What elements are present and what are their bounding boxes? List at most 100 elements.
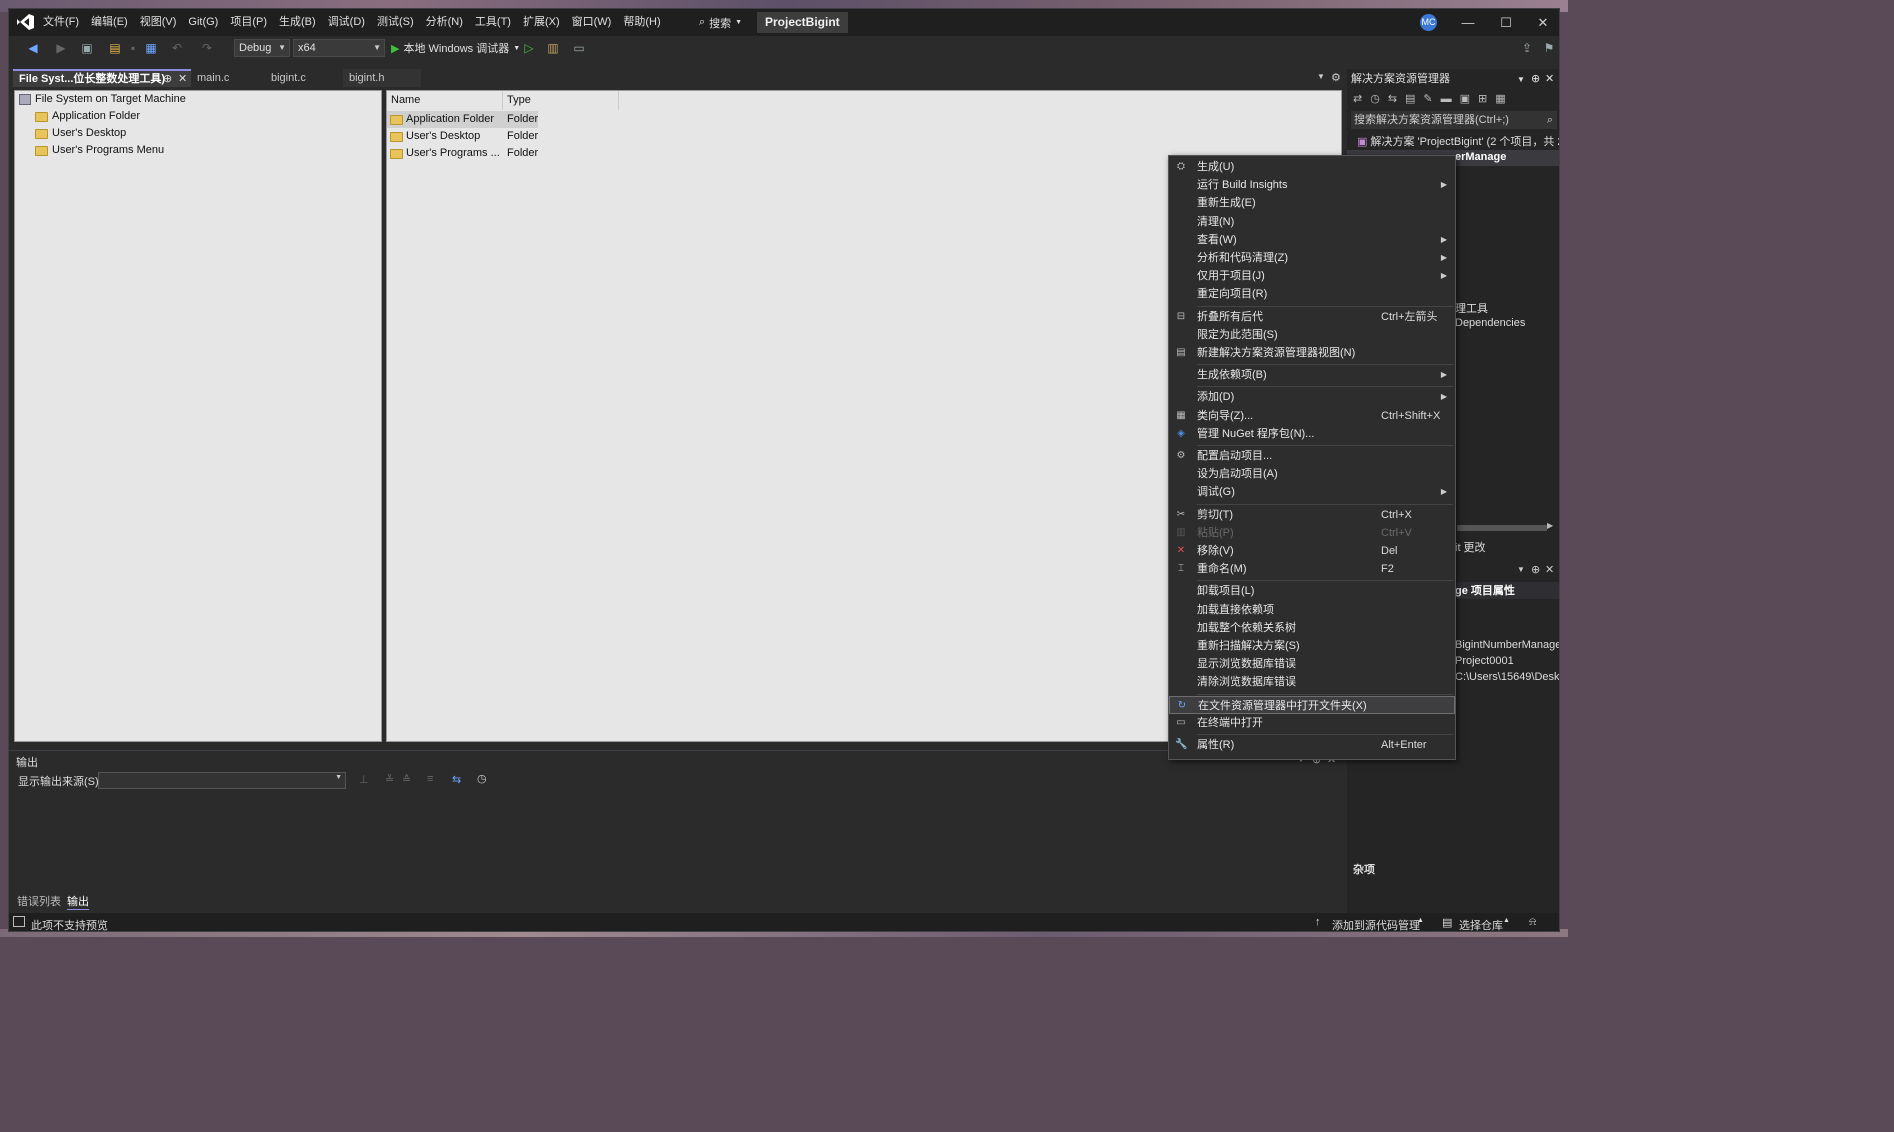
maximize-button[interactable]: ☐ — [1487, 9, 1525, 36]
menu-item[interactable]: 窗口(W) — [566, 9, 618, 36]
new-project-icon[interactable]: ▣ — [79, 40, 95, 56]
minimize-button[interactable]: — — [1449, 9, 1487, 36]
context-menu-item[interactable]: 设为启动项目(A) — [1169, 465, 1455, 483]
panel-dropdown-icon[interactable]: ▼ — [1517, 71, 1525, 88]
context-menu-item[interactable]: 清除浏览数据库错误 — [1169, 673, 1455, 691]
context-menu-item[interactable]: 分析和代码清理(Z) ▶ — [1169, 249, 1455, 267]
column-header-type[interactable]: Type — [503, 91, 619, 110]
tree-root[interactable]: File System on Target Machine — [19, 91, 186, 108]
menu-item[interactable]: 分析(N) — [420, 9, 469, 36]
context-menu-item[interactable]: 重定向项目(R) — [1169, 285, 1455, 303]
solution-explorer-toolbar[interactable]: ⇄◷⇆▤✎▬▣⊞▦ — [1353, 92, 1559, 108]
context-menu-item[interactable]: 清理(N) — [1169, 213, 1455, 231]
context-menu-item[interactable]: ✕ 移除(V) Del — [1169, 542, 1455, 560]
close-button[interactable]: ✕ — [1524, 9, 1559, 36]
context-menu-item[interactable]: ⊟ 折叠所有后代 Ctrl+左箭头 — [1169, 308, 1455, 326]
menu-item[interactable]: 生成(B) — [273, 9, 322, 36]
context-menu-item[interactable]: ↻ 在文件资源管理器中打开文件夹(X) — [1169, 695, 1455, 714]
list-item[interactable]: User's Desktop Folder — [387, 128, 538, 145]
context-menu-item[interactable]: ⚙ 配置启动项目... — [1169, 447, 1455, 465]
context-menu-item[interactable]: ▭ 在终端中打开 — [1169, 714, 1455, 732]
configuration-select[interactable]: Debug ▼ — [234, 39, 290, 57]
search-button[interactable]: ⌕ 搜索 ▼ — [693, 14, 748, 31]
menu-item[interactable]: 调试(D) — [322, 9, 371, 36]
list-item[interactable]: User's Programs ... Folder — [387, 145, 538, 162]
context-menu-item[interactable]: 加载直接依赖项 — [1169, 601, 1455, 619]
menu-item[interactable]: 扩展(X) — [517, 9, 566, 36]
context-menu-item[interactable]: 运行 Build Insights ▶ — [1169, 176, 1455, 194]
list-item[interactable]: Application Folder Folder — [387, 111, 539, 128]
menu-item[interactable]: 视图(V) — [134, 9, 183, 36]
tab-output[interactable]: 输出 — [67, 893, 89, 910]
tab-error-list[interactable]: 错误列表 — [17, 893, 61, 909]
tree-item-users-desktop[interactable]: User's Desktop — [35, 125, 126, 142]
toolbar-options-icon[interactable]: ▭ — [571, 40, 587, 56]
context-menu-item[interactable]: ✂ 剪切(T) Ctrl+X — [1169, 506, 1455, 524]
tab-bigint-c[interactable]: bigint.c — [265, 69, 341, 87]
tab-file-system[interactable]: File Syst...位长整数处理工具) ⊕ ✕ — [13, 69, 191, 87]
select-repository-button[interactable]: 选择仓库 — [1459, 917, 1503, 931]
feedback-icon[interactable]: ⚑ — [1541, 40, 1557, 56]
avatar[interactable]: MC — [1420, 14, 1437, 31]
context-menu-item[interactable]: 🔧 属性(R) Alt+Enter — [1169, 736, 1455, 754]
pin-icon[interactable]: ⊕ — [1531, 563, 1540, 576]
notification-bell-icon[interactable]: ⍾ — [1529, 916, 1536, 929]
save-icon[interactable]: ▪ — [125, 40, 141, 56]
context-menu-item[interactable]: 生成依赖项(B) ▶ — [1169, 366, 1455, 384]
menu-item[interactable]: 测试(S) — [371, 9, 420, 36]
close-icon[interactable]: ✕ — [1545, 563, 1554, 576]
column-header-name[interactable]: Name — [387, 91, 503, 110]
context-menu-item[interactable]: 添加(D) ▶ — [1169, 388, 1455, 406]
start-without-debugging-icon[interactable]: ▷ — [521, 40, 537, 56]
undo-icon[interactable]: ↶ — [169, 40, 185, 56]
tab-bigint-h[interactable]: bigint.h — [343, 69, 421, 87]
save-all-icon[interactable]: ▦ — [143, 40, 159, 56]
forward-icon[interactable]: ▶ — [53, 40, 69, 56]
close-icon[interactable]: ✕ — [178, 71, 187, 87]
tab-list-dropdown-icon[interactable]: ▼ — [1317, 72, 1325, 81]
context-menu-item[interactable]: ▦ 类向导(Z)... Ctrl+Shift+X — [1169, 407, 1455, 425]
clock-icon[interactable]: ◷ — [477, 772, 487, 785]
context-menu-item[interactable]: 仅用于项目(J) ▶ — [1169, 267, 1455, 285]
context-menu-item[interactable]: 加载整个依赖关系树 — [1169, 619, 1455, 637]
context-menu-item[interactable]: 查看(W) ▶ — [1169, 231, 1455, 249]
prev-message-icon[interactable]: ≚ — [385, 773, 394, 786]
context-menu-item[interactable]: 重新生成(E) — [1169, 194, 1455, 212]
menu-item[interactable]: 项目(P) — [224, 9, 273, 36]
tree-item-solution[interactable]: ▣ 解决方案 'ProjectBigint' (2 个项目，共 2 — [1357, 133, 1559, 149]
horizontal-scrollbar[interactable] — [1457, 525, 1547, 531]
context-menu-item[interactable]: 限定为此范围(S) — [1169, 326, 1455, 344]
context-menu-item[interactable]: 显示浏览数据库错误 — [1169, 655, 1455, 673]
context-menu-item[interactable]: 卸载项目(L) — [1169, 582, 1455, 600]
find-message-icon[interactable]: ⊥ — [359, 773, 369, 786]
platform-select[interactable]: x64 ▼ — [293, 39, 385, 57]
menu-item[interactable]: 工具(T) — [469, 9, 517, 36]
context-menu-item[interactable]: ◈ 管理 NuGet 程序包(N)... — [1169, 425, 1455, 443]
context-menu-item[interactable]: 调试(G) ▶ — [1169, 483, 1455, 501]
properties-object-select[interactable]: ge 项目属性 — [1455, 582, 1559, 599]
solution-search-input[interactable]: 搜索解决方案资源管理器(Ctrl+;) ⌕ — [1351, 111, 1557, 129]
back-icon[interactable]: ◀ — [25, 40, 41, 56]
tree-item-users-programs-menu[interactable]: User's Programs Menu — [35, 142, 164, 159]
panel-dropdown-icon[interactable]: ▼ — [1517, 565, 1525, 574]
git-changes-tab-fragment[interactable]: it 更改 — [1455, 539, 1486, 555]
start-debugging-button[interactable]: ▶ 本地 Windows 调试器 ▼ — [391, 39, 520, 57]
pin-icon[interactable]: ⊕ — [1531, 71, 1540, 88]
add-to-source-control-button[interactable]: 添加到源代码管理 — [1332, 917, 1420, 931]
context-menu-item[interactable]: ⌶ 重命名(M) F2 — [1169, 560, 1455, 578]
menu-item[interactable]: 帮助(H) — [617, 9, 666, 36]
word-wrap-icon[interactable]: ⇆ — [452, 773, 461, 786]
context-menu-item[interactable]: 重新扫描解决方案(S) — [1169, 637, 1455, 655]
redo-icon[interactable]: ↷ — [199, 40, 215, 56]
pin-icon[interactable]: ⊕ — [163, 71, 172, 87]
menu-item[interactable]: 编辑(E) — [85, 9, 134, 36]
tab-main-c[interactable]: main.c — [191, 69, 263, 87]
context-menu-item[interactable]: ⛭ 生成(U) — [1169, 158, 1455, 176]
menu-item[interactable]: Git(G) — [182, 9, 224, 36]
tree-item-application-folder[interactable]: Application Folder — [35, 108, 140, 125]
close-icon[interactable]: ✕ — [1545, 71, 1554, 88]
context-menu-item[interactable]: ▤ 新建解决方案资源管理器视图(N) — [1169, 344, 1455, 362]
open-folder-icon[interactable]: ▥ — [545, 40, 561, 56]
next-message-icon[interactable]: ≙ — [402, 773, 411, 786]
share-icon[interactable]: ⇪ — [1519, 40, 1535, 56]
